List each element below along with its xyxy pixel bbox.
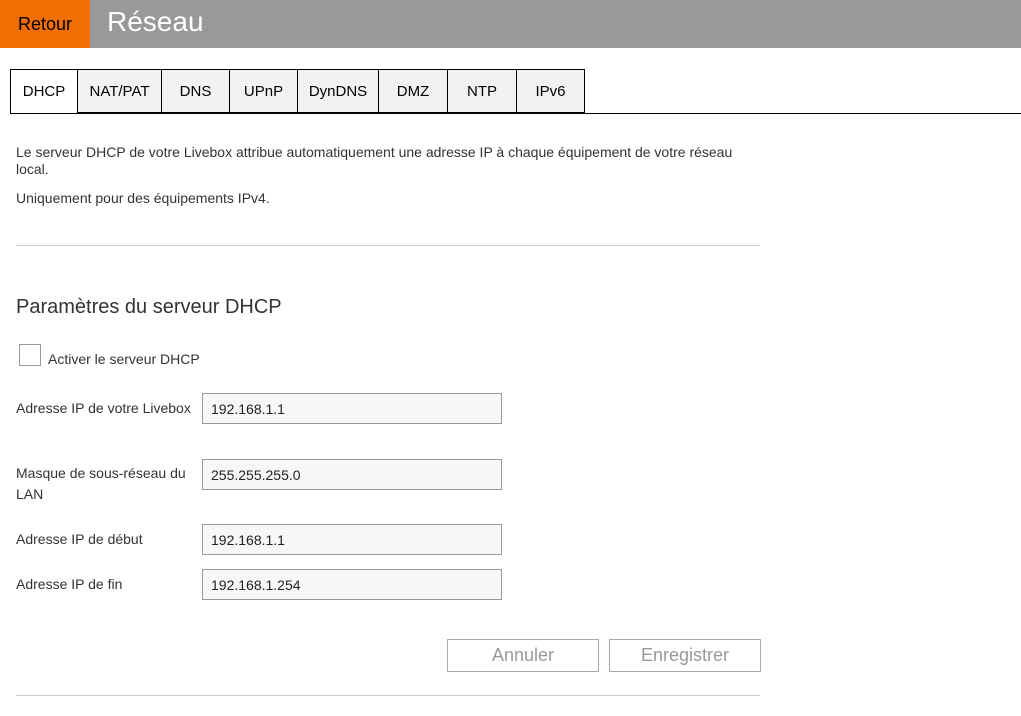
tab-dmz[interactable]: DMZ [379,69,448,113]
livebox-ip-label: Adresse IP de votre Livebox [16,400,191,416]
subnet-mask-label: Masque de sous-réseau du LAN [16,465,186,502]
section-title: Paramètres du serveur DHCP [16,296,282,318]
enable-dhcp-checkbox[interactable] [19,344,41,366]
tab-bar: DHCP NAT/PAT DNS UPnP DynDNS DMZ NTP IPv… [10,69,585,114]
ipv4-note: Uniquement pour des équipements IPv4. [16,190,270,206]
tab-dhcp[interactable]: DHCP [10,69,78,114]
start-ip-input[interactable] [202,524,502,555]
tab-nat-pat[interactable]: NAT/PAT [78,69,162,113]
bottom-divider [16,695,760,696]
start-ip-label: Adresse IP de début [16,531,143,547]
header-bar: Retour Réseau [0,0,1021,48]
tab-ipv6[interactable]: IPv6 [517,69,585,113]
tabs-underline [10,113,1021,114]
tab-dyndns[interactable]: DynDNS [298,69,379,113]
tab-upnp[interactable]: UPnP [230,69,298,113]
tab-dns[interactable]: DNS [162,69,230,113]
intro-text: Le serveur DHCP de votre Livebox attribu… [16,144,733,177]
livebox-ip-input[interactable] [202,393,502,424]
section-divider [16,245,760,246]
cancel-button[interactable]: Annuler [447,639,599,672]
enable-dhcp-label: Activer le serveur DHCP [48,351,200,367]
page-title: Réseau [107,6,204,37]
end-ip-input[interactable] [202,569,502,600]
save-button[interactable]: Enregistrer [609,639,761,672]
subnet-mask-input[interactable] [202,459,502,490]
end-ip-label: Adresse IP de fin [16,576,123,592]
back-button[interactable]: Retour [0,0,90,48]
tab-ntp[interactable]: NTP [448,69,517,113]
